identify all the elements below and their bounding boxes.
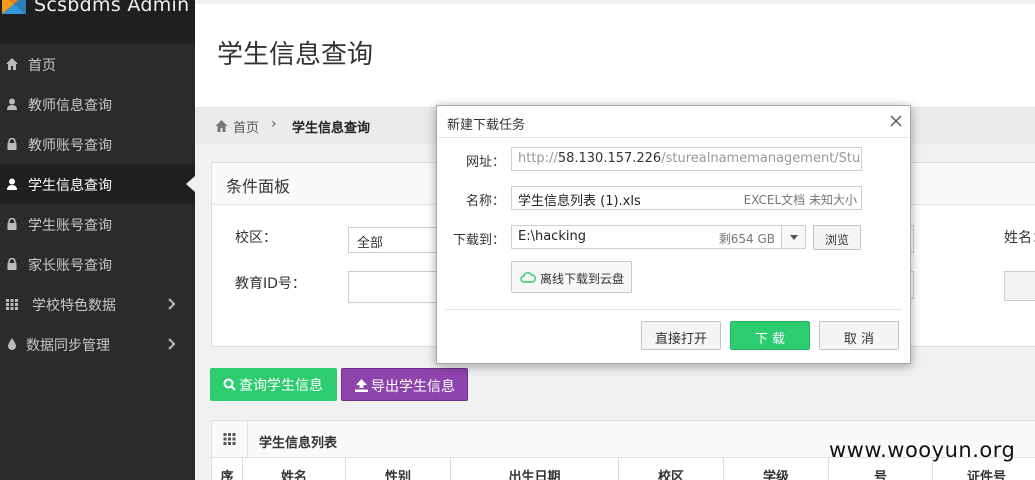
breadcrumb-current: 学生信息查询: [292, 121, 371, 136]
brand-bar[interactable]: Scsbdms Admin: [0, 0, 195, 44]
cancel-button[interactable]: 取 消: [819, 321, 899, 350]
list-title: 学生信息列表: [259, 436, 338, 451]
cloud-download-button[interactable]: 离线下载到云盘: [511, 261, 632, 293]
save-to-value: E:\hacking: [518, 229, 586, 244]
sidebar-item-label: 教师账号查询: [28, 138, 112, 154]
free-space: 剩654 GB: [718, 232, 775, 246]
url-path: /sturealnamemanagement/StuRealNa: [661, 151, 861, 166]
sidebar-item-label: 数据同步管理: [26, 338, 110, 354]
sidebar-item-student-info[interactable]: 学生信息查询: [0, 164, 195, 204]
file-type-size: EXCEL文档 未知大小: [737, 191, 857, 208]
chevron-down-icon: [790, 235, 798, 240]
download-dialog: 新建下载任务 网址： http://58.130.157.226/stureal…: [436, 105, 911, 364]
download-button[interactable]: 下 载: [730, 321, 810, 350]
divider: [247, 421, 248, 458]
column-header[interactable]: 学级: [724, 458, 829, 480]
sidebar-item-teacher-account[interactable]: 教师账号查询: [0, 124, 195, 164]
brand-title: Scsbdms Admin: [34, 0, 190, 16]
url-host: 58.130.157.226: [557, 151, 662, 166]
home-icon: [215, 120, 228, 132]
sidebar-item-home[interactable]: 首页: [0, 44, 195, 84]
export-button[interactable]: 导出学生信息: [341, 368, 468, 401]
filename-value: 学生信息列表 (1).xls: [518, 194, 641, 209]
sidebar-item-label: 家长账号查询: [28, 258, 112, 274]
condition-panel-title: 条件面板: [226, 177, 291, 196]
sidebar-item-parent-account[interactable]: 家长账号查询: [0, 244, 195, 284]
dialog-title: 新建下载任务: [447, 118, 526, 133]
brand-logo-icon: [2, 0, 26, 14]
grid-icon: [223, 433, 236, 445]
open-directly-button[interactable]: 直接打开: [641, 321, 721, 350]
home-icon: [6, 58, 18, 70]
sidebar-item-data-sync[interactable]: 数据同步管理: [0, 324, 195, 364]
sidebar-item-label: 学校特色数据: [32, 298, 116, 314]
url-label: 网址：: [465, 155, 505, 170]
url-prefix: http://: [518, 151, 558, 166]
query-button-label: 查询学生信息: [239, 378, 323, 394]
active-caret: [186, 176, 195, 192]
sidebar-item-label: 学生信息查询: [28, 178, 112, 194]
grid-icon: [6, 299, 18, 310]
column-header[interactable]: 序: [212, 458, 243, 480]
divider: [437, 137, 910, 138]
page-header: 学生信息查询: [195, 4, 1035, 107]
url-field[interactable]: http://58.130.157.226/sturealnamemanagem…: [511, 147, 862, 171]
sidebar-item-label: 教师信息查询: [28, 98, 112, 114]
sidebar-item-label: 首页: [28, 58, 56, 74]
sidebar-item-school-data[interactable]: 学校特色数据: [0, 284, 195, 324]
edu-id-label: 教育ID号：: [235, 276, 306, 292]
page-title: 学生信息查询: [217, 40, 374, 70]
filename-label: 名称：: [465, 194, 505, 209]
browse-button[interactable]: 浏览: [813, 225, 861, 250]
export-button-label: 导出学生信息: [371, 379, 455, 395]
lock-icon: [7, 138, 17, 150]
name-label: 姓名：: [1004, 230, 1035, 246]
divider: [445, 309, 902, 310]
column-header[interactable]: 性别: [346, 458, 451, 480]
name-input[interactable]: [1004, 271, 1035, 301]
breadcrumb-home-link[interactable]: 首页: [233, 117, 259, 136]
cloud-download-label: 离线下载到云盘: [540, 272, 625, 286]
close-icon[interactable]: [888, 113, 904, 129]
column-header[interactable]: 出生日期: [451, 458, 619, 480]
save-to-select[interactable]: E:\hacking 剩654 GB: [511, 225, 806, 249]
sidebar: Scsbdms Admin 首页 教师信息查询 教师账号查询 学生信息查询 学生…: [0, 0, 195, 480]
campus-label: 校区：: [235, 230, 277, 246]
campus-select[interactable]: 全部: [348, 227, 448, 253]
filename-field[interactable]: 学生信息列表 (1).xls EXCEL文档 未知大小: [511, 186, 862, 210]
chevron-right-icon: [168, 298, 176, 310]
sidebar-item-label: 学生账号查询: [28, 218, 112, 234]
sidebar-item-teacher-info[interactable]: 教师信息查询: [0, 84, 195, 124]
watermark: www.wooyun.org: [829, 438, 1016, 462]
drop-icon: [8, 338, 16, 350]
user-icon: [7, 98, 17, 110]
upload-icon: [355, 379, 368, 392]
query-button[interactable]: 查询学生信息: [210, 368, 337, 401]
save-to-label: 下载到：: [452, 233, 505, 248]
user-icon: [7, 178, 17, 190]
dropdown-toggle[interactable]: [781, 226, 805, 248]
breadcrumb-separator: ›: [271, 116, 277, 132]
sidebar-item-student-account[interactable]: 学生账号查询: [0, 204, 195, 244]
lock-icon: [7, 258, 17, 270]
cloud-icon: [520, 272, 536, 283]
search-icon: [223, 378, 236, 391]
column-header[interactable]: 姓名: [243, 458, 346, 480]
edu-id-input[interactable]: [348, 271, 448, 303]
chevron-right-icon: [168, 338, 176, 350]
lock-icon: [7, 218, 17, 230]
column-header[interactable]: 校区: [619, 458, 724, 480]
